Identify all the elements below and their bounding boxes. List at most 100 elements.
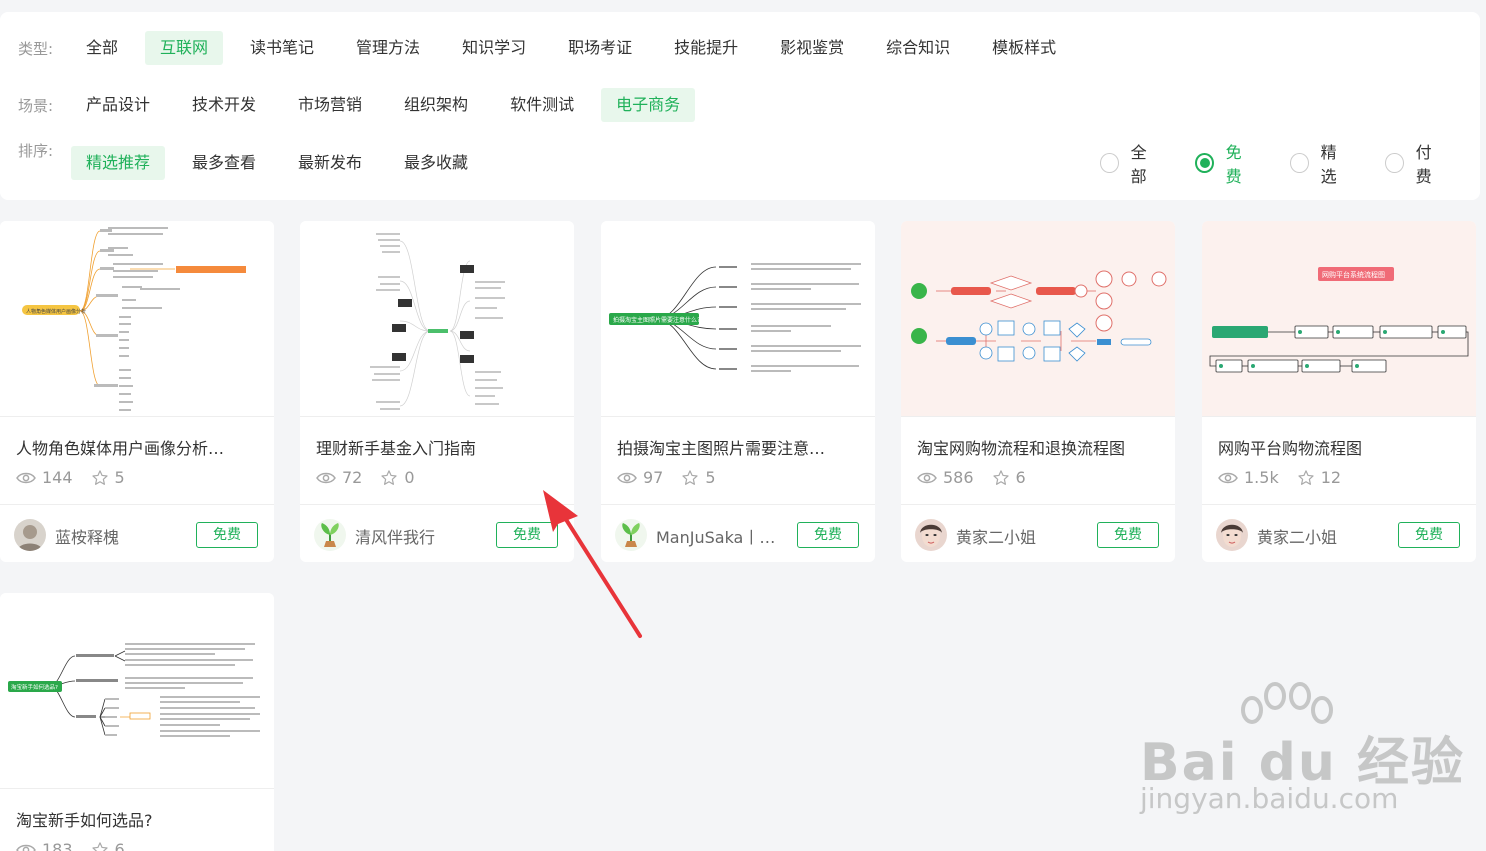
chip-type-knowledge[interactable]: 知识学习 — [447, 31, 541, 65]
author-name[interactable]: 清风伴我行 — [355, 524, 435, 548]
chip-type-skills[interactable]: 技能提升 — [659, 31, 753, 65]
free-badge: 免费 — [1097, 522, 1159, 548]
card-title[interactable]: 拍摄淘宝主图照片需要注意… — [617, 435, 825, 459]
circle-node — [1095, 270, 1113, 288]
card-thumbnail[interactable]: 拍摄淘宝主图照片需要注意什么? — [601, 221, 875, 417]
author-name[interactable]: 蓝桉释槐 — [55, 524, 119, 548]
chip-type-management[interactable]: 管理方法 — [341, 31, 435, 65]
author-name[interactable]: 黄家二小姐 — [1257, 524, 1337, 548]
view-count: 183 — [16, 840, 73, 851]
card-thumbnail[interactable]: 淘宝新手如何选品? — [0, 593, 274, 789]
card-stats: 144 5 — [16, 468, 143, 487]
circle-node — [1095, 314, 1113, 332]
chip-sort-newest[interactable]: 最新发布 — [283, 146, 377, 180]
chip-scene-ecommerce[interactable]: 电子商务 — [601, 88, 696, 122]
mindmap-thumbnail: 人物角色媒体用户画像分析 — [22, 227, 246, 411]
chip-scene-marketing[interactable]: 市场营销 — [283, 88, 377, 122]
radio-price-selected[interactable]: 精选 — [1290, 139, 1350, 187]
card-thumbnail[interactable]: 人物角色媒体用户画像分析 — [0, 221, 274, 417]
view-count: 1.5k — [1218, 468, 1279, 487]
card-thumbnail[interactable] — [901, 221, 1175, 417]
radio-dot — [1100, 153, 1119, 173]
card-thumbnail[interactable] — [300, 221, 574, 417]
avatar[interactable] — [14, 519, 46, 551]
chip-sort-most-favorited[interactable]: 最多收藏 — [389, 146, 483, 180]
chip-scene-dev[interactable]: 技术开发 — [177, 88, 271, 122]
avatar[interactable] — [314, 519, 346, 551]
chip-type-internet[interactable]: 互联网 — [145, 31, 224, 65]
sort-chips: 精选推荐 最多查看 最新发布 最多收藏 — [71, 146, 495, 180]
chip-type-exam[interactable]: 职场考证 — [553, 31, 647, 65]
chip-type-film[interactable]: 影视鉴赏 — [765, 31, 859, 65]
chip-scene-testing[interactable]: 软件测试 — [495, 88, 589, 122]
central-node-label: 人物角色媒体用户画像分析 — [26, 308, 86, 315]
view-count: 97 — [617, 468, 663, 487]
template-card[interactable]: 淘宝新手如何选品? 淘宝新手如何选品? 183 6 — [0, 593, 274, 851]
author-name[interactable]: 黄家二小姐 — [956, 524, 1036, 548]
chip-scene-org[interactable]: 组织架构 — [389, 88, 483, 122]
card-thumbnail[interactable]: 网购平台系统流程图 — [1202, 221, 1476, 417]
star-count: 5 — [681, 468, 716, 487]
chip-type-general[interactable]: 综合知识 — [871, 31, 965, 65]
star-icon — [992, 469, 1009, 485]
plant-avatar-icon — [615, 519, 647, 551]
template-card[interactable]: 理财新手基金入门指南 72 0 清风伴我行 免费 — [300, 221, 574, 562]
view-count-value: 586 — [943, 468, 974, 487]
radio-price-all[interactable]: 全部 — [1100, 139, 1160, 187]
author-name[interactable]: ManJuSaka丨… — [656, 524, 775, 548]
star-count-value: 0 — [404, 468, 415, 487]
radio-label: 全部 — [1130, 143, 1147, 186]
process-node — [1036, 287, 1076, 295]
star-count: 0 — [380, 468, 415, 487]
view-count: 144 — [16, 468, 73, 487]
card-title[interactable]: 理财新手基金入门指南 — [316, 435, 476, 459]
radio-price-free[interactable]: 免费 — [1195, 139, 1255, 187]
card-title[interactable]: 淘宝新手如何选品? — [16, 807, 153, 831]
mindmap-thumbnail: 淘宝新手如何选品? — [8, 643, 260, 737]
radio-dot — [1290, 153, 1309, 173]
template-card[interactable]: 淘宝网购物流程和退换流程图 586 6 黄家二小姐 免费 — [901, 221, 1175, 562]
star-icon — [1298, 469, 1314, 485]
radio-price-paid[interactable]: 付费 — [1385, 139, 1445, 187]
chip-type-reading-notes[interactable]: 读书笔记 — [235, 31, 329, 65]
highlight-node — [176, 266, 246, 273]
chip-scene-product[interactable]: 产品设计 — [71, 88, 165, 122]
eye-icon — [316, 472, 336, 483]
template-card[interactable]: 网购平台系统流程图 网购平台购物流程图 1.5k 12 黄家二小姐 免费 — [1202, 221, 1476, 562]
template-card[interactable]: 人物角色媒体用户画像分析 人物角色媒体用户画像分析… 144 5 蓝桉释槐 免费 — [0, 221, 274, 562]
card-footer: ManJuSaka丨… 免费 — [601, 504, 875, 562]
radio-dot — [1385, 153, 1404, 173]
central-node — [428, 329, 448, 333]
process-node — [951, 287, 991, 295]
card-footer: 黄家二小姐 免费 — [901, 504, 1175, 562]
filter-panel: 类型: 全部 互联网 读书笔记 管理方法 知识学习 职场考证 技能提升 影视鉴赏… — [0, 12, 1480, 200]
decision-node — [989, 275, 1033, 291]
circle-node — [1151, 271, 1167, 287]
start-node — [911, 283, 927, 299]
free-badge: 免费 — [797, 522, 859, 548]
avatar[interactable] — [615, 519, 647, 551]
view-count-value: 144 — [42, 468, 73, 487]
star-icon — [91, 469, 108, 485]
star-count-value: 6 — [1015, 468, 1026, 487]
card-stats: 72 0 — [316, 468, 433, 487]
radio-label: 付费 — [1415, 143, 1432, 186]
template-card[interactable]: 拍摄淘宝主图照片需要注意什么? 拍摄淘宝主图照片需要注意… 97 5 ManJu… — [601, 221, 875, 562]
chip-type-template[interactable]: 模板样式 — [977, 31, 1071, 65]
card-title[interactable]: 网购平台购物流程图 — [1218, 435, 1362, 459]
chip-sort-most-viewed[interactable]: 最多查看 — [177, 146, 271, 180]
chip-sort-featured[interactable]: 精选推荐 — [71, 146, 166, 180]
view-count-value: 1.5k — [1244, 468, 1279, 487]
avatar[interactable] — [915, 519, 947, 551]
central-node-label: 拍摄淘宝主图照片需要注意什么? — [613, 316, 700, 324]
star-count: 5 — [91, 468, 125, 487]
user-photo-icon — [1216, 519, 1248, 551]
card-title[interactable]: 人物角色媒体用户画像分析… — [16, 435, 224, 459]
chip-type-all[interactable]: 全部 — [71, 31, 133, 65]
avatar[interactable] — [1216, 519, 1248, 551]
filter-row-scene: 场景: 产品设计 技术开发 市场营销 组织架构 软件测试 电子商务 — [0, 88, 1480, 122]
card-stats: 1.5k 12 — [1218, 468, 1359, 487]
card-title[interactable]: 淘宝网购物流程和退换流程图 — [917, 435, 1125, 459]
plant-avatar-icon — [314, 519, 346, 551]
star-count-value: 5 — [114, 468, 125, 487]
